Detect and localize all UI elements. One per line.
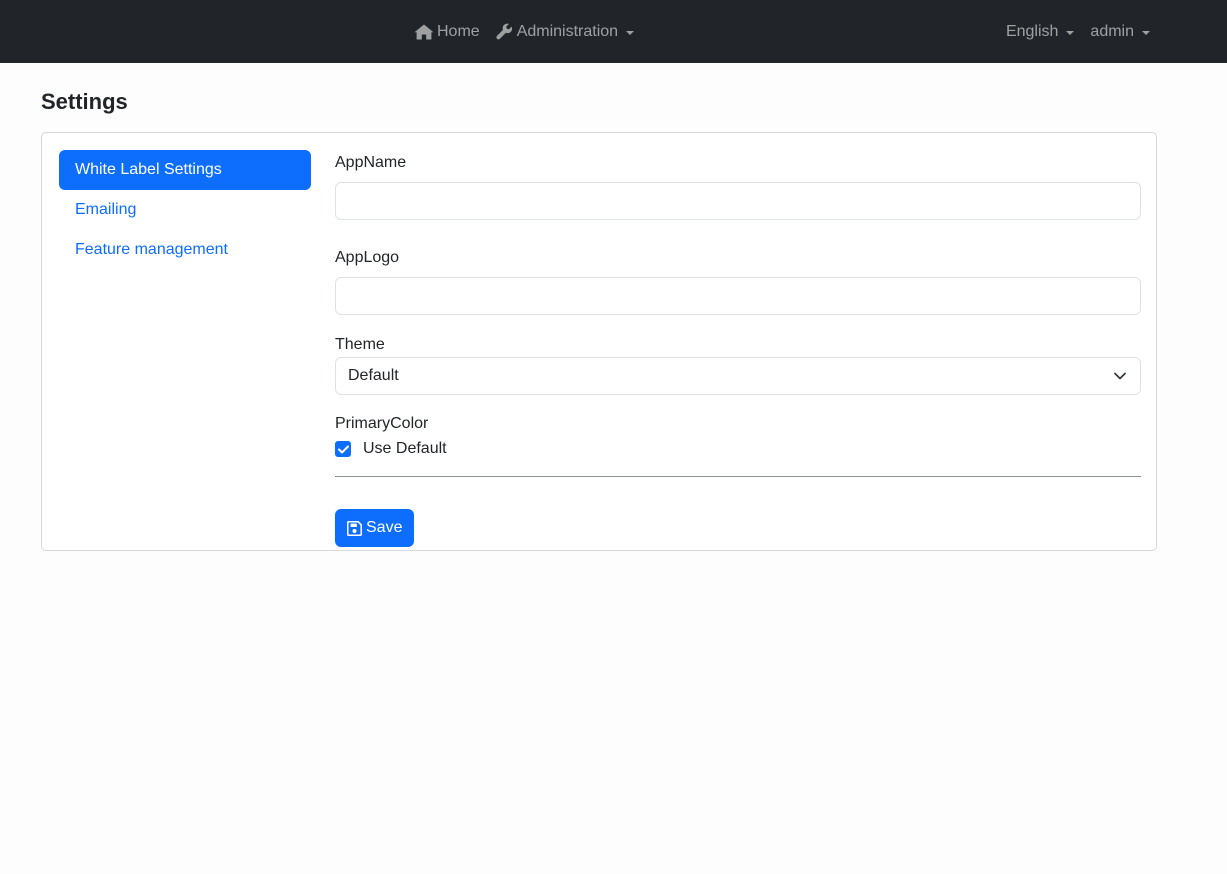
white-label-form: AppName AppLogo Theme Default PrimaryCol… <box>335 153 1141 547</box>
app-name-input[interactable] <box>335 182 1141 220</box>
primary-color-label: PrimaryColor <box>335 415 429 432</box>
user-label: admin <box>1090 22 1134 40</box>
page-title: Settings <box>41 89 128 114</box>
tab-feature-management[interactable]: Feature management <box>59 230 311 270</box>
app-logo-input[interactable] <box>335 277 1141 315</box>
theme-label: Theme <box>335 336 385 353</box>
caret-down-icon <box>1142 30 1150 35</box>
nav-home-label: Home <box>437 22 480 40</box>
wrench-icon <box>496 23 512 40</box>
tab-white-label-settings[interactable]: White Label Settings <box>59 150 311 190</box>
tab-emailing[interactable]: Emailing <box>59 190 311 230</box>
user-nav: English admin <box>1006 0 1150 63</box>
language-dropdown[interactable]: English <box>1005 22 1075 41</box>
caret-down-icon <box>626 30 635 35</box>
nav-home-link[interactable]: Home <box>414 23 480 41</box>
form-divider <box>335 476 1141 477</box>
use-default-checkbox[interactable] <box>335 441 351 457</box>
home-icon <box>414 24 434 39</box>
check-icon <box>337 445 349 453</box>
nav-administration-dropdown[interactable]: Administration <box>496 22 635 41</box>
app-logo-label: AppLogo <box>335 249 400 266</box>
top-navbar: Home Administration English admin <box>0 0 1227 63</box>
use-default-label: Use Default <box>363 440 447 457</box>
caret-down-icon <box>1066 30 1075 35</box>
theme-select[interactable]: Default <box>335 357 1141 395</box>
floppy-disk-icon <box>347 520 362 536</box>
save-button-label: Save <box>366 519 403 536</box>
user-dropdown[interactable]: admin <box>1090 23 1150 41</box>
theme-selected-value: Default <box>348 367 399 384</box>
nav-administration-label: Administration <box>516 22 619 40</box>
app-name-label: AppName <box>335 154 407 171</box>
settings-tabs: White Label Settings Emailing Feature ma… <box>59 150 311 270</box>
main-nav: Home Administration <box>414 0 635 63</box>
chevron-down-icon <box>1114 372 1126 380</box>
use-default-row: Use Default <box>335 440 1141 458</box>
save-button[interactable]: Save <box>335 509 415 547</box>
language-label: English <box>1005 22 1059 40</box>
settings-card: White Label Settings Emailing Feature ma… <box>41 132 1157 551</box>
